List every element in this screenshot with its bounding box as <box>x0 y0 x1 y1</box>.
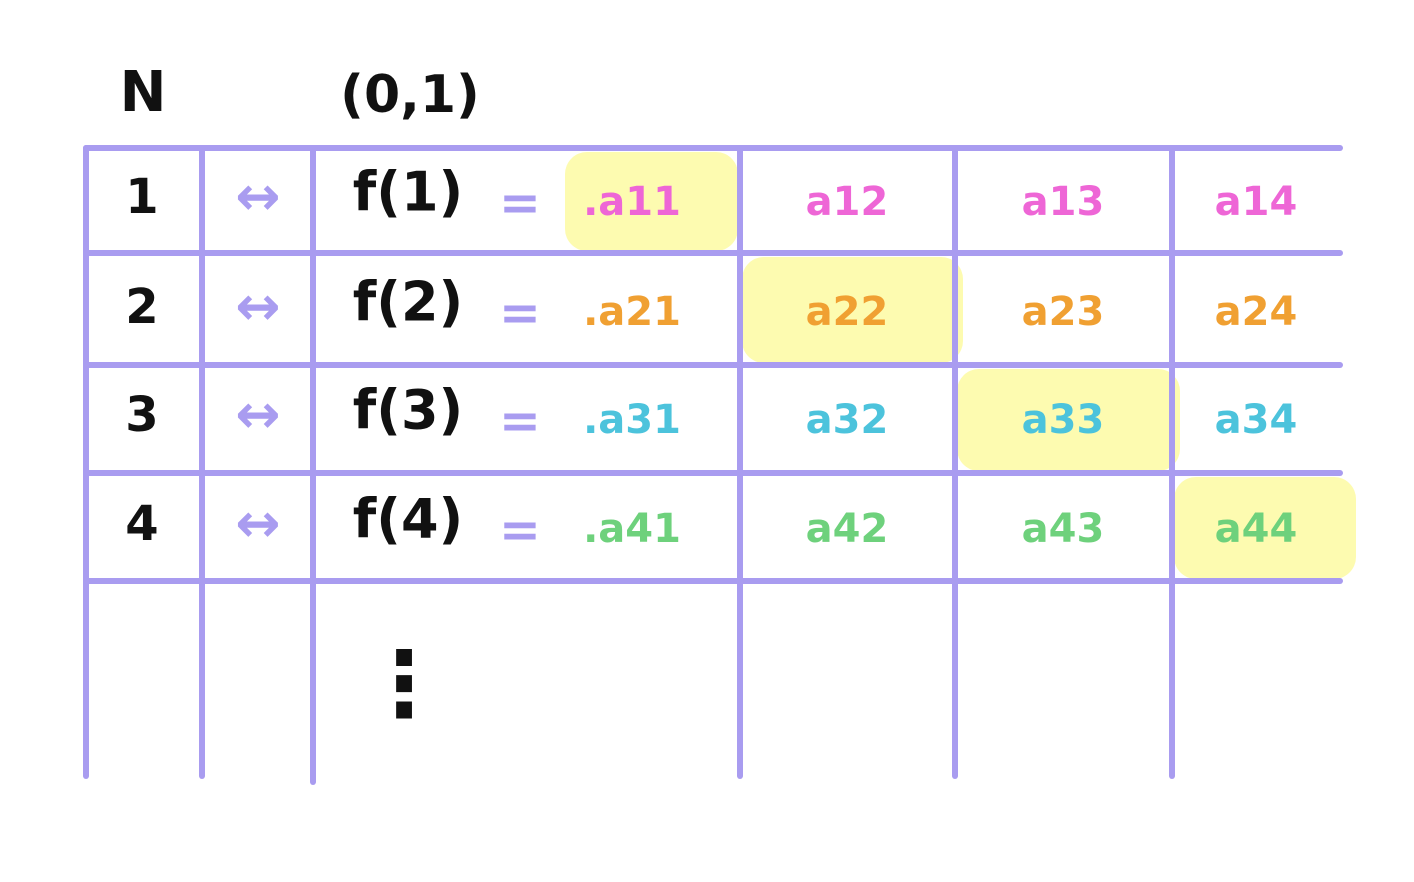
decimal-digit: a12 <box>806 179 889 225</box>
decimal-digit: a43 <box>1022 506 1105 552</box>
row-index: 1 <box>125 169 158 225</box>
decimal-digit: a13 <box>1022 179 1105 225</box>
decimal-digit: .a41 <box>583 506 681 552</box>
decimal-digit: a44 <box>1215 506 1298 552</box>
decimal-digit: a14 <box>1215 179 1298 225</box>
decimal-digit: .a21 <box>583 289 681 335</box>
equals-sign: = <box>499 501 541 559</box>
decimal-digit: a32 <box>806 397 889 443</box>
cantor-diagonal-diagram: N (0,1) 1 ↔ f(1) = .a11 a12 a13 a14 2 ↔ f(2) = .a21 a22… <box>83 60 1356 785</box>
equals-sign: = <box>499 284 541 342</box>
decimal-digit: a42 <box>806 506 889 552</box>
function-value: f(1) <box>353 161 463 224</box>
bijection-arrow-icon: ↔ <box>235 383 280 446</box>
decimal-digit: .a31 <box>583 397 681 443</box>
header-interval: (0,1) <box>340 65 480 125</box>
row-index: 3 <box>125 387 158 443</box>
row-index: 4 <box>125 496 158 552</box>
decimal-digit: .a11 <box>583 179 681 225</box>
equals-sign: = <box>499 174 541 232</box>
function-value: f(4) <box>353 488 463 551</box>
equals-sign: = <box>499 392 541 450</box>
decimal-digit: a33 <box>1022 397 1105 443</box>
decimal-digit: a23 <box>1022 289 1105 335</box>
header-n: N <box>120 60 167 125</box>
vertical-ellipsis: ⋮ <box>359 632 449 737</box>
bijection-arrow-icon: ↔ <box>235 165 280 228</box>
bijection-arrow-icon: ↔ <box>235 492 280 555</box>
decimal-digit: a22 <box>806 289 889 335</box>
decimal-digit: a24 <box>1215 289 1298 335</box>
function-value: f(3) <box>353 379 463 442</box>
decimal-digit: a34 <box>1215 397 1298 443</box>
function-value: f(2) <box>353 271 463 334</box>
row-index: 2 <box>125 279 158 335</box>
bijection-arrow-icon: ↔ <box>235 275 280 338</box>
